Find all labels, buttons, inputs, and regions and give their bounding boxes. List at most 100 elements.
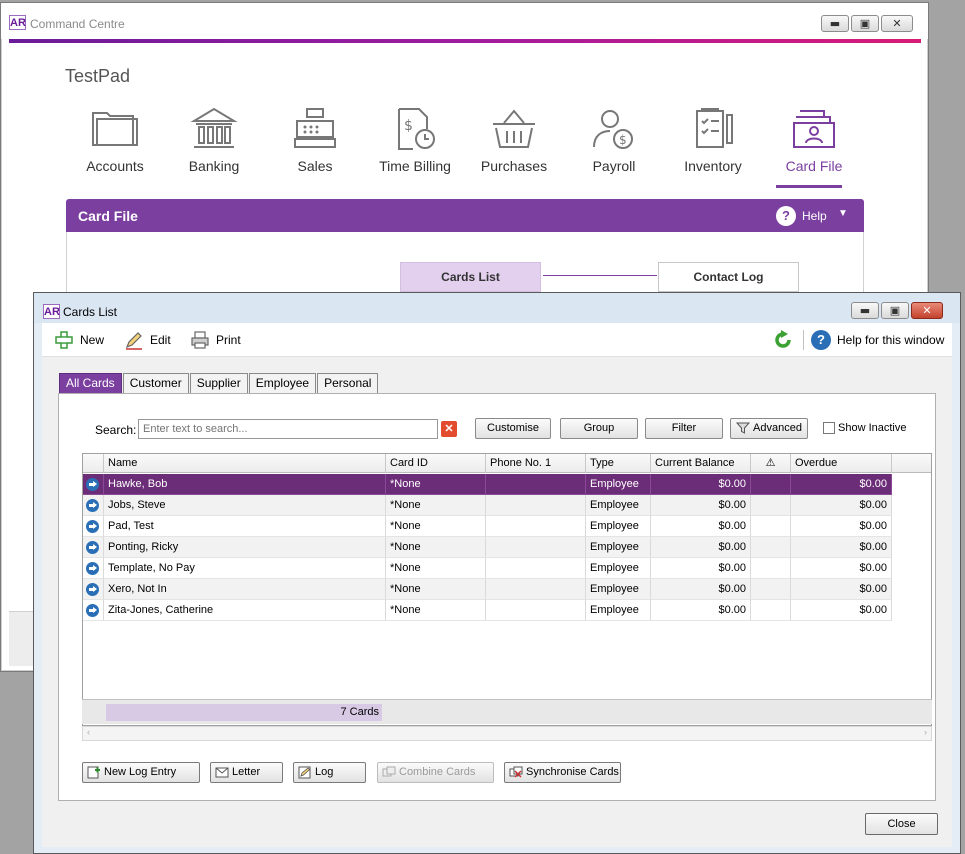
window-title: Command Centre <box>30 17 125 31</box>
close-window-button[interactable]: ✕ <box>911 302 943 319</box>
module-time-billing[interactable]: $ Time Billing <box>367 103 463 189</box>
show-inactive-checkbox[interactable]: Show Inactive <box>823 422 906 434</box>
letter-button[interactable]: Letter <box>210 762 283 783</box>
row-arrow-cell[interactable] <box>83 579 104 600</box>
filter-button[interactable]: Filter <box>645 418 723 439</box>
zoom-arrow-icon[interactable] <box>86 562 99 575</box>
header-name[interactable]: Name <box>104 454 386 473</box>
cell-phone <box>486 600 586 621</box>
help-link[interactable]: Help <box>802 209 827 223</box>
module-inventory[interactable]: Inventory <box>665 103 761 189</box>
module-sales[interactable]: Sales <box>267 103 363 189</box>
minimize-button[interactable]: ▬ <box>821 15 849 32</box>
checkbox-box[interactable] <box>823 422 835 434</box>
new-log-entry-button[interactable]: New Log Entry <box>82 762 200 783</box>
synchronise-cards-button[interactable]: Synchronise Cards <box>504 762 621 783</box>
zoom-arrow-icon[interactable] <box>86 478 99 491</box>
cell-type: Employee <box>586 600 651 621</box>
module-label: Sales <box>297 158 333 174</box>
module-payroll[interactable]: $ Payroll <box>566 103 662 189</box>
app-logo-icon: AR <box>43 304 60 319</box>
help-for-window-button[interactable]: ? Help for this window <box>811 330 944 350</box>
cell-current-balance: $0.00 <box>651 537 751 558</box>
header-current-balance[interactable]: Current Balance <box>651 454 751 473</box>
zoom-arrow-icon[interactable] <box>86 520 99 533</box>
flow-cards-list-button[interactable]: Cards List <box>400 262 541 292</box>
table-row[interactable]: Xero, Not In *None Employee $0.00 $0.00 <box>83 579 892 600</box>
table-row[interactable]: Jobs, Steve *None Employee $0.00 $0.00 <box>83 495 892 516</box>
show-inactive-label: Show Inactive <box>838 422 907 434</box>
tab-label: Customer <box>129 376 182 390</box>
refresh-icon[interactable] <box>772 329 794 351</box>
table-row[interactable]: Ponting, Ricky *None Employee $0.00 $0.00 <box>83 537 892 558</box>
row-arrow-cell[interactable] <box>83 516 104 537</box>
horizontal-scrollbar[interactable]: ‹ › <box>82 726 932 741</box>
flow-contact-log-button[interactable]: Contact Log <box>658 262 799 292</box>
table-row[interactable]: Template, No Pay *None Employee $0.00 $0.00 <box>83 558 892 579</box>
new-label: New <box>80 333 105 347</box>
tab-customer[interactable]: Customer <box>122 373 189 393</box>
cell-card-id: *None <box>386 558 486 579</box>
close-button[interactable]: Close <box>865 813 938 835</box>
customise-button[interactable]: Customise <box>475 418 551 439</box>
warning-icon[interactable]: ⚠ <box>751 454 791 473</box>
cell-flag <box>751 516 791 537</box>
table-row[interactable]: Pad, Test *None Employee $0.00 $0.00 <box>83 516 892 537</box>
payroll-icon: $ <box>593 110 633 149</box>
zoom-arrow-icon[interactable] <box>86 499 99 512</box>
module-purchases[interactable]: Purchases <box>466 103 562 189</box>
tab-personal[interactable]: Personal <box>317 373 379 393</box>
log-button[interactable]: Log <box>293 762 366 783</box>
group-button[interactable]: Group <box>560 418 638 439</box>
table-row[interactable]: Zita-Jones, Catherine *None Employee $0.00 $… <box>83 600 892 621</box>
basket-icon <box>493 109 535 148</box>
header-type[interactable]: Type <box>586 454 651 473</box>
zoom-arrow-icon[interactable] <box>86 604 99 617</box>
module-card-file[interactable]: Card File <box>766 103 862 189</box>
chevron-down-icon[interactable]: ▼ <box>838 208 848 219</box>
clear-search-icon[interactable]: ✕ <box>441 421 457 437</box>
header-overdue[interactable]: Overdue <box>791 454 892 473</box>
close-window-button[interactable]: ✕ <box>881 15 913 32</box>
toolbar-separator <box>803 330 804 350</box>
row-arrow-cell[interactable] <box>83 600 104 621</box>
maximize-button[interactable]: ▣ <box>851 15 879 32</box>
zoom-arrow-icon[interactable] <box>86 541 99 554</box>
new-button[interactable]: New <box>54 330 104 350</box>
scroll-left-icon[interactable]: ‹ <box>87 727 90 737</box>
maximize-button[interactable]: ▣ <box>881 302 909 319</box>
module-label: Accounts <box>86 158 144 174</box>
table-row[interactable]: Hawke, Bob *None Employee $0.00 $0.00 <box>83 474 892 495</box>
print-button[interactable]: Print <box>190 330 241 350</box>
cell-current-balance: $0.00 <box>651 558 751 579</box>
app-logo-icon: AR <box>9 15 26 30</box>
cell-phone <box>486 495 586 516</box>
scroll-right-icon[interactable]: › <box>924 727 927 737</box>
header-card-id[interactable]: Card ID <box>386 454 486 473</box>
advanced-button[interactable]: Advanced <box>730 418 808 439</box>
cell-name: Pad, Test <box>104 516 386 537</box>
log-label: Log <box>315 766 334 778</box>
row-arrow-cell[interactable] <box>83 558 104 579</box>
edit-button[interactable]: Edit <box>124 330 171 350</box>
printer-icon <box>191 331 209 349</box>
row-arrow-cell[interactable] <box>83 537 104 558</box>
help-icon[interactable]: ? <box>776 206 796 226</box>
row-arrow-cell[interactable] <box>83 474 104 495</box>
cell-type: Employee <box>586 516 651 537</box>
tab-employee[interactable]: Employee <box>248 373 317 393</box>
module-accounts[interactable]: Accounts <box>67 103 163 189</box>
tab-all-cards[interactable]: All Cards <box>59 373 122 393</box>
minimize-button[interactable]: ▬ <box>851 302 879 319</box>
zoom-arrow-icon[interactable] <box>86 583 99 596</box>
tab-supplier[interactable]: Supplier <box>189 373 248 393</box>
module-banking[interactable]: Banking <box>166 103 262 189</box>
help-label: Help for this window <box>837 333 945 347</box>
search-input[interactable] <box>138 419 438 439</box>
combine-cards-button[interactable]: Combine Cards <box>377 762 494 783</box>
header-phone[interactable]: Phone No. 1 <box>486 454 586 473</box>
cell-type: Employee <box>586 474 651 495</box>
combine-cards-icon <box>382 766 396 777</box>
row-arrow-cell[interactable] <box>83 495 104 516</box>
cell-overdue: $0.00 <box>791 600 892 621</box>
